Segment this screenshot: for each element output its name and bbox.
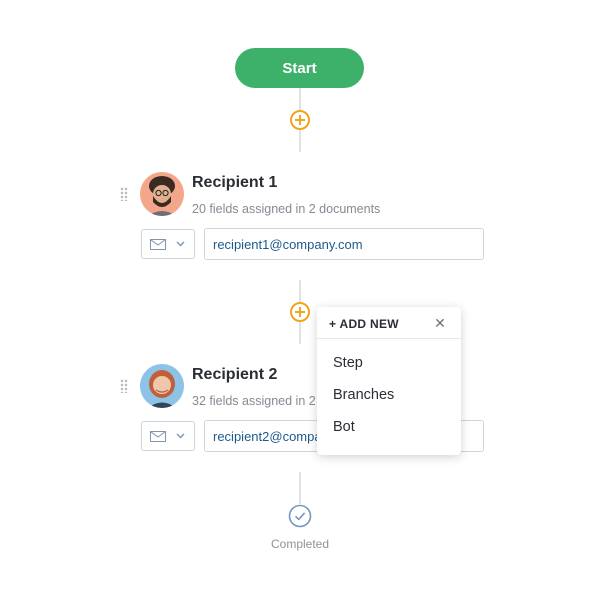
delivery-method-dropdown[interactable] [141,229,195,259]
chevron-down-icon [176,241,185,247]
avatar [140,172,184,216]
email-field[interactable]: recipient1@company.com [204,228,484,260]
menu-item-branches[interactable]: Branches [317,381,461,409]
add-step-icon[interactable] [290,302,310,322]
close-icon[interactable]: ✕ [431,314,449,332]
add-new-menu: + ADD NEW ✕ Step Branches Bot [317,307,461,455]
menu-item-step[interactable]: Step [317,349,461,377]
recipient-name: Recipient 2 [192,366,278,383]
delivery-method-dropdown[interactable] [141,421,195,451]
connector-line [299,472,301,504]
envelope-icon [150,431,166,442]
completed-label: Completed [270,537,330,551]
recipient-summary: 20 fields assigned in 2 documents [192,202,381,216]
chevron-down-icon [176,433,185,439]
add-step-icon[interactable] [290,110,310,130]
drag-handle-icon[interactable] [120,379,128,393]
recipient-summary: 32 fields assigned in 2 documents [192,394,315,408]
recipient-name: Recipient 1 [192,174,278,191]
add-new-menu-header: + ADD NEW ✕ [317,307,461,339]
add-new-menu-title: + ADD NEW [329,317,399,331]
envelope-icon [150,239,166,250]
start-button[interactable]: Start [235,48,364,88]
menu-item-bot[interactable]: Bot [317,413,461,441]
drag-handle-icon[interactable] [120,187,128,201]
avatar [140,364,184,408]
completed-check-icon [288,504,312,528]
